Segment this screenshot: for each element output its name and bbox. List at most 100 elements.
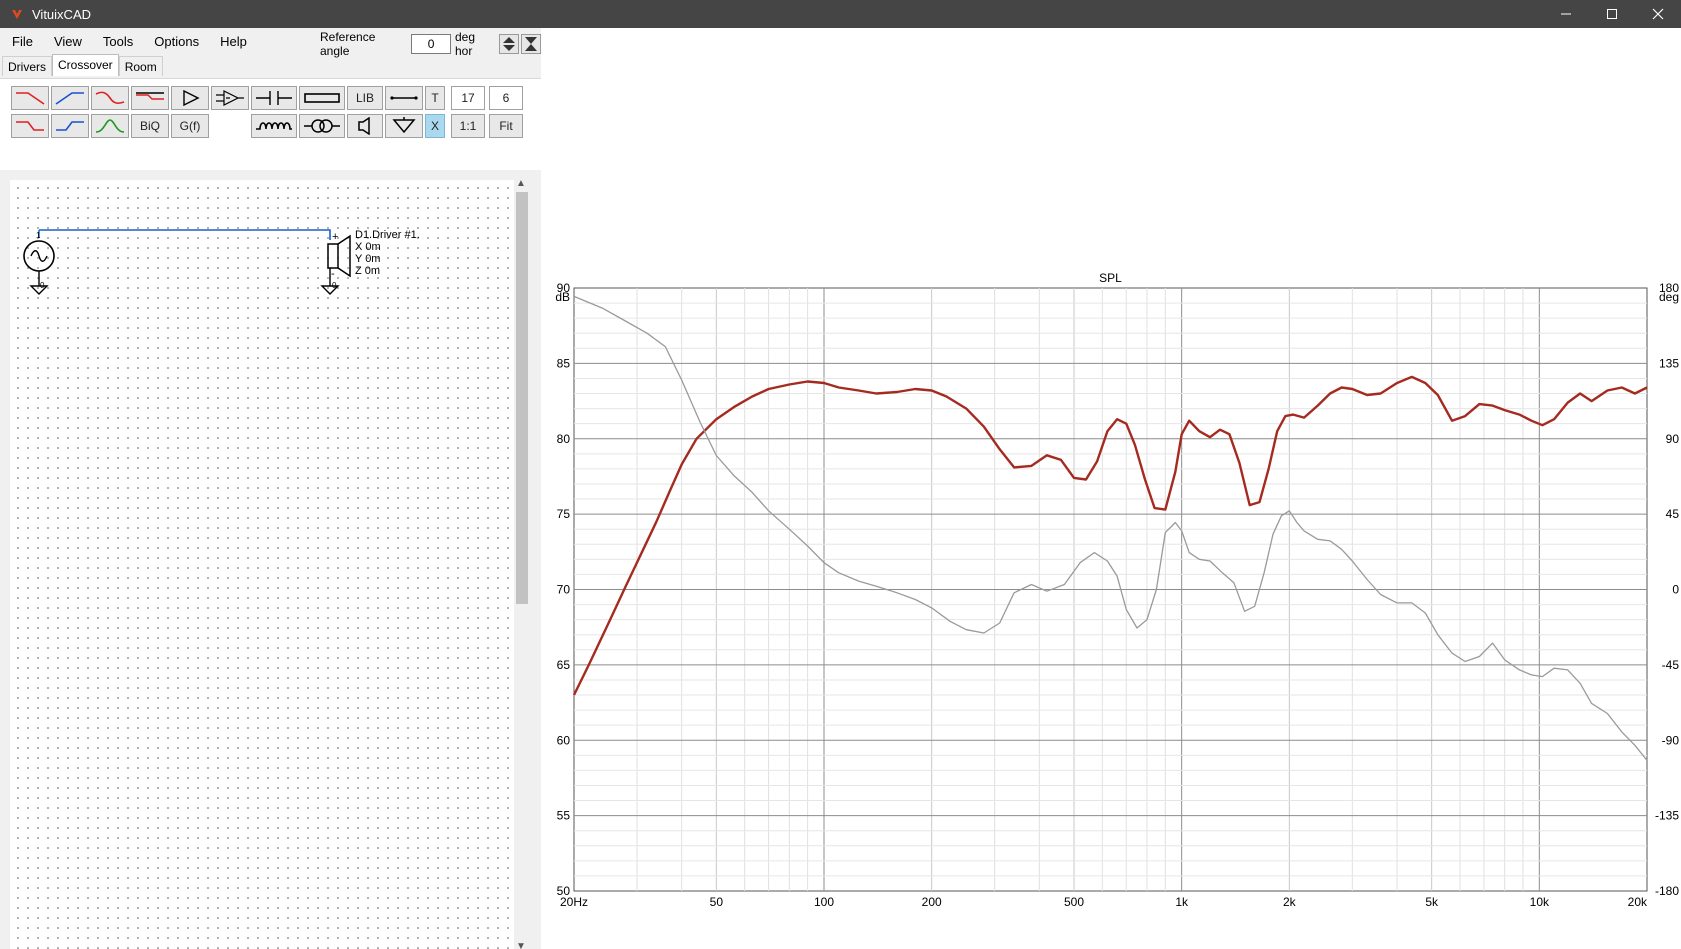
grid-value-17[interactable]: 17 [451, 86, 485, 110]
title-bar: VituixCAD [0, 0, 1681, 28]
driver-ground-node: 0 [332, 281, 337, 290]
chart-title: SPL [1099, 271, 1122, 285]
biquad-button[interactable]: BiQ [131, 114, 169, 138]
lowpass-shelf-button[interactable] [91, 86, 129, 110]
reference-angle-unit: deg hor [454, 30, 475, 58]
menu-help[interactable]: Help [208, 34, 256, 49]
zoom-one-to-one-button[interactable]: 1:1 [451, 114, 485, 138]
y2-tick-label: 45 [1666, 507, 1680, 521]
window-title: VituixCAD [32, 6, 92, 22]
signal-wire [39, 229, 331, 240]
vertical-scroll-thumb[interactable] [516, 192, 528, 604]
menu-options[interactable]: Options [142, 34, 208, 49]
maximize-button[interactable] [1589, 0, 1635, 28]
lowpass-steep-icon [16, 121, 44, 131]
hourglass-icon [525, 37, 538, 51]
y-tick-label: 70 [557, 583, 571, 597]
y2-tick-label: 90 [1666, 432, 1680, 446]
scroll-up-icon[interactable]: ▲ [516, 178, 526, 189]
y-tick-label: 65 [557, 658, 571, 672]
resistor-button[interactable] [299, 86, 345, 110]
schematic-drawing: 1 0 + - 0 D1.Driver #1. X 0m Y 0m Z 0m [23, 229, 420, 295]
driver-y-label: Y 0m [355, 253, 380, 265]
tab-drivers[interactable]: Drivers [2, 56, 52, 76]
driver-x-label: X 0m [355, 241, 381, 253]
driver-z-label: Z 0m [355, 265, 380, 277]
driver-minus-label: - [331, 268, 335, 280]
reference-angle-group: Reference angle 0 deg hor [320, 30, 541, 58]
lowpass-shelf-icon [95, 91, 125, 104]
angle-reset-button[interactable] [521, 34, 541, 54]
component-toolbar: LIB T 17 6 BiQ G(f) X 1:1 Fit [0, 78, 541, 170]
inductor-icon [256, 122, 292, 130]
highpass-steep-icon [56, 121, 84, 131]
y-tick-label: 75 [557, 507, 571, 521]
close-button[interactable] [1635, 0, 1681, 28]
library-button[interactable]: LIB [347, 86, 383, 110]
angle-up-down-button[interactable] [499, 34, 520, 54]
y2-axis-unit: deg [1659, 290, 1679, 304]
y2-tick-label: -45 [1662, 658, 1680, 672]
signal-source-icon [23, 240, 55, 295]
schematic-canvas[interactable]: 1 0 + - 0 D1.Driver #1. X 0m Y 0m Z 0m [10, 180, 514, 949]
menu-file[interactable]: File [0, 34, 42, 49]
menu-tools[interactable]: Tools [91, 34, 142, 49]
menu-view[interactable]: View [42, 34, 91, 49]
vertical-scrollbar[interactable]: ▲ ▼ [514, 178, 528, 949]
highpass-2nd-button[interactable] [51, 114, 89, 138]
x-tick-label: 10k [1530, 895, 1550, 909]
source-node-label: 1 [36, 231, 41, 240]
transformer-icon [304, 119, 340, 133]
driver-button[interactable] [347, 114, 383, 138]
y-tick-label: 85 [557, 356, 571, 370]
zoom-fit-button[interactable]: Fit [489, 114, 523, 138]
ground-button[interactable] [385, 114, 423, 138]
speaker-icon [358, 117, 370, 135]
lowpass-1st-button[interactable] [11, 86, 49, 110]
opamp-button[interactable] [211, 86, 249, 110]
x-tick-label: 5k [1425, 895, 1439, 909]
transformer-button[interactable] [299, 114, 345, 138]
driver-name-label: D1.Driver #1. [355, 229, 420, 241]
bandpass-green-icon [95, 119, 125, 133]
text-button[interactable]: T [425, 86, 445, 110]
spl-chart-pane: SPL 90 85 80 75 70 65 60 55 50 dB 180 135 90 45 0 -45 -90… [541, 28, 1681, 949]
inductor-button[interactable] [251, 114, 297, 138]
bandpass-button[interactable] [91, 114, 129, 138]
y-axis-unit: dB [555, 290, 570, 304]
tab-crossover[interactable]: Crossover [52, 54, 119, 76]
up-down-arrows-icon [503, 37, 516, 51]
x-tick-label: 1k [1175, 895, 1189, 909]
toggle-x-button[interactable]: X [425, 114, 445, 138]
resistor-icon [304, 93, 340, 103]
minimize-button[interactable] [1543, 0, 1589, 28]
minimize-icon [1561, 13, 1571, 15]
buffer-triangle-icon [183, 89, 200, 107]
source-ground-node: 0 [40, 281, 45, 290]
opamp-icon [216, 90, 244, 106]
gain-function-button[interactable]: G(f) [171, 114, 209, 138]
spl-chart[interactable]: SPL908580757065605550dB18013590450-45-90… [541, 28, 1681, 949]
capacitor-icon [256, 91, 292, 105]
wire-button[interactable] [385, 86, 423, 110]
lowpass-step-button[interactable] [131, 86, 169, 110]
tab-strip: Drivers Crossover Room [2, 54, 163, 76]
y-tick-label: 55 [557, 809, 571, 823]
y2-tick-label: 135 [1659, 356, 1679, 370]
grid-value-6[interactable]: 6 [489, 86, 523, 110]
capacitor-button[interactable] [251, 86, 297, 110]
scroll-down-icon[interactable]: ▼ [516, 941, 526, 949]
highpass-1st-button[interactable] [51, 86, 89, 110]
buffer-button[interactable] [171, 86, 209, 110]
reference-angle-input[interactable]: 0 [411, 34, 451, 54]
lowpass-2nd-button[interactable] [11, 114, 49, 138]
close-icon [1652, 8, 1664, 20]
y2-tick-label: -90 [1662, 733, 1680, 747]
x-tick-label: 100 [814, 895, 834, 909]
y-tick-label: 60 [557, 733, 571, 747]
x-tick-label: 20k [1628, 895, 1648, 909]
left-pane: File View Tools Options Help Reference a… [0, 28, 541, 949]
tab-room[interactable]: Room [118, 56, 163, 76]
y2-tick-label: -180 [1655, 884, 1679, 898]
ground-icon [392, 117, 416, 134]
